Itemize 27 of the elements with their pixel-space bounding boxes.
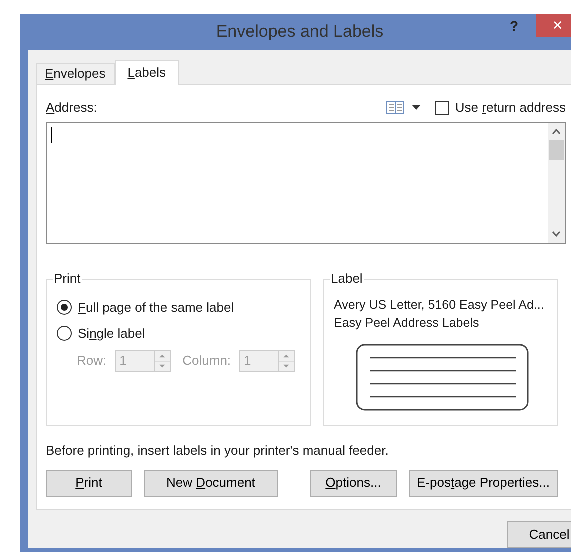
instruction-text: Before printing, insert labels in your printer's manual feeder. [46, 442, 390, 460]
tab[interactable]: Envelopes [36, 63, 115, 84]
checkbox-label: Use return address [455, 99, 566, 118]
dialog-button[interactable]: Cancel [507, 521, 571, 548]
address-field[interactable] [46, 122, 566, 244]
dialog-button[interactable]: New Document [144, 470, 278, 496]
close-button[interactable]: ✕ [536, 14, 571, 37]
radio-label: Full page of the same label [78, 299, 234, 317]
radio-label: Single label [78, 324, 146, 343]
window-title: Envelopes and Labels [216, 21, 384, 44]
dialog-button[interactable]: Print [46, 470, 132, 496]
field-label: Address: [46, 99, 98, 118]
label-description: Easy Peel Address Labels [334, 315, 480, 332]
help-button[interactable]: ? [510, 16, 519, 37]
checkbox[interactable] [435, 101, 450, 115]
scroll-thumb[interactable] [549, 140, 564, 160]
label-description: Avery US Letter, 5160 Easy Peel Ad... [334, 297, 546, 314]
radio-button[interactable] [57, 300, 72, 316]
dialog-button[interactable]: E-postage Properties... [409, 470, 558, 496]
dialog-button[interactable]: Options... [310, 470, 397, 496]
tab[interactable]: Labels [114, 60, 180, 85]
spin-label: Row: [77, 352, 107, 370]
spin-label: Column: [182, 352, 232, 370]
dropdown-arrow-icon[interactable] [412, 105, 422, 111]
address-book-icon[interactable] [386, 101, 406, 115]
radio-button[interactable] [57, 326, 72, 341]
scrollbar[interactable] [548, 123, 565, 243]
